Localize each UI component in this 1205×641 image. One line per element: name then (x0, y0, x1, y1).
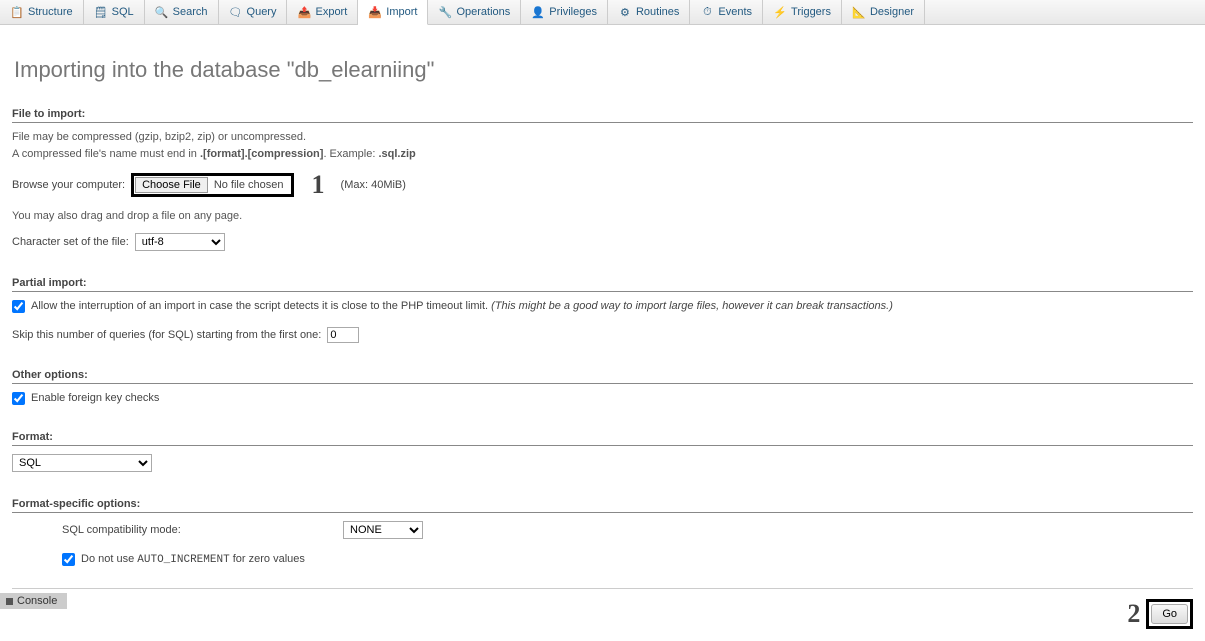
console-icon (6, 598, 13, 605)
tab-events[interactable]: ⏱Events (690, 0, 763, 24)
section-format-specific: Format-specific options: (12, 498, 1193, 513)
help-compressed: File may be compressed (gzip, bzip2, zip… (12, 129, 1193, 146)
skip-queries-label: Skip this number of queries (for SQL) st… (12, 329, 321, 341)
top-tabbar: 📋Structure 🗒SQL 🔍Search 🗨Query 📤Export 📥… (0, 0, 1205, 25)
help-name-format: A compressed file's name must end in .[f… (12, 146, 1193, 163)
operations-icon: 🔧 (438, 5, 452, 19)
structure-icon: 📋 (10, 5, 24, 19)
skip-queries-input[interactable] (327, 327, 359, 343)
tab-triggers[interactable]: ⚡Triggers (763, 0, 842, 24)
tab-export[interactable]: 📤Export (287, 0, 358, 24)
annotation-2: 2 (1127, 599, 1140, 629)
search-icon: 🔍 (155, 5, 169, 19)
tab-structure[interactable]: 📋Structure (0, 0, 84, 24)
section-other-options: Other options: (12, 369, 1193, 384)
section-format: Format: (12, 431, 1193, 446)
privileges-icon: 👤 (531, 5, 545, 19)
export-icon: 📤 (297, 5, 311, 19)
tab-operations[interactable]: 🔧Operations (428, 0, 521, 24)
console-toggle[interactable]: Console (0, 593, 67, 609)
charset-select[interactable]: utf-8 (135, 233, 225, 251)
enable-fk-checkbox[interactable] (12, 392, 25, 405)
tab-sql[interactable]: 🗒SQL (84, 0, 145, 24)
import-icon: 📥 (368, 5, 382, 19)
allow-interrupt-label: Allow the interruption of an import in c… (31, 300, 893, 312)
go-button[interactable]: Go (1151, 604, 1188, 624)
sql-compat-select[interactable]: NONE (343, 521, 423, 539)
enable-fk-label: Enable foreign key checks (31, 392, 159, 404)
annotation-1: 1 (312, 170, 325, 200)
charset-label: Character set of the file: (12, 236, 129, 248)
tab-query[interactable]: 🗨Query (219, 0, 288, 24)
tab-search[interactable]: 🔍Search (145, 0, 219, 24)
section-partial-import: Partial import: (12, 277, 1193, 292)
query-icon: 🗨 (229, 5, 243, 19)
choose-file-button[interactable]: Choose File (135, 177, 208, 193)
help-dragdrop: You may also drag and drop a file on any… (12, 208, 1193, 225)
tab-privileges[interactable]: 👤Privileges (521, 0, 608, 24)
go-button-highlight: Go (1146, 599, 1193, 629)
max-size-label: (Max: 40MiB) (341, 179, 406, 191)
tab-import[interactable]: 📥Import (358, 0, 428, 25)
section-file-import: File to import: (12, 108, 1193, 123)
no-autoincrement-checkbox[interactable] (62, 553, 75, 566)
allow-interrupt-checkbox[interactable] (12, 300, 25, 313)
page-title: Importing into the database "db_elearnii… (14, 57, 1193, 83)
browse-label: Browse your computer: (12, 179, 125, 191)
triggers-icon: ⚡ (773, 5, 787, 19)
routines-icon: ⚙ (618, 5, 632, 19)
no-autoincrement-label: Do not use AUTO_INCREMENT for zero value… (81, 553, 305, 566)
file-input-wrapper: Choose File No file chosen (131, 173, 293, 197)
designer-icon: 📐 (852, 5, 866, 19)
file-chosen-status: No file chosen (208, 179, 290, 191)
events-icon: ⏱ (700, 5, 714, 19)
tab-designer[interactable]: 📐Designer (842, 0, 925, 24)
format-select[interactable]: SQL (12, 454, 152, 472)
sql-compat-label: SQL compatibility mode: (62, 524, 337, 536)
sql-icon: 🗒 (94, 5, 108, 19)
tab-routines[interactable]: ⚙Routines (608, 0, 690, 24)
